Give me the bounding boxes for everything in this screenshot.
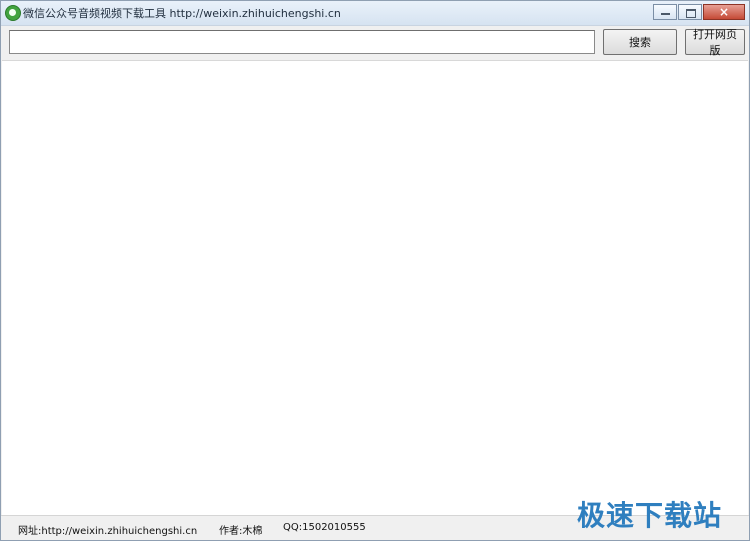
close-icon: × <box>719 5 730 19</box>
window-controls: × <box>653 4 745 20</box>
toolbar: 搜索 打开网页版 <box>1 26 749 59</box>
minimize-icon <box>661 13 670 15</box>
website-label: 网址:http://weixin.zhihuichengshi.cn <box>18 526 198 537</box>
app-icon <box>5 5 21 21</box>
search-button[interactable]: 搜索 <box>603 29 677 55</box>
title-bar[interactable]: 微信公众号音频视频下载工具 http://weixin.zhihuichengs… <box>1 1 749 26</box>
maximize-button[interactable] <box>678 4 702 20</box>
author-label: 作者:木棉 <box>219 526 263 537</box>
results-panel[interactable] <box>2 60 748 515</box>
main-window: 微信公众号音频视频下载工具 http://weixin.zhihuichengs… <box>0 0 750 541</box>
close-button[interactable]: × <box>703 4 745 20</box>
watermark: 极速下载站 <box>577 499 723 532</box>
maximize-icon <box>686 9 696 18</box>
minimize-button[interactable] <box>653 4 677 20</box>
qq-label: QQ:1502010555 <box>283 522 366 533</box>
search-input[interactable] <box>9 30 595 54</box>
open-webpage-button[interactable]: 打开网页版 <box>685 29 745 57</box>
window-title: 微信公众号音频视频下载工具 http://weixin.zhihuichengs… <box>23 7 341 20</box>
